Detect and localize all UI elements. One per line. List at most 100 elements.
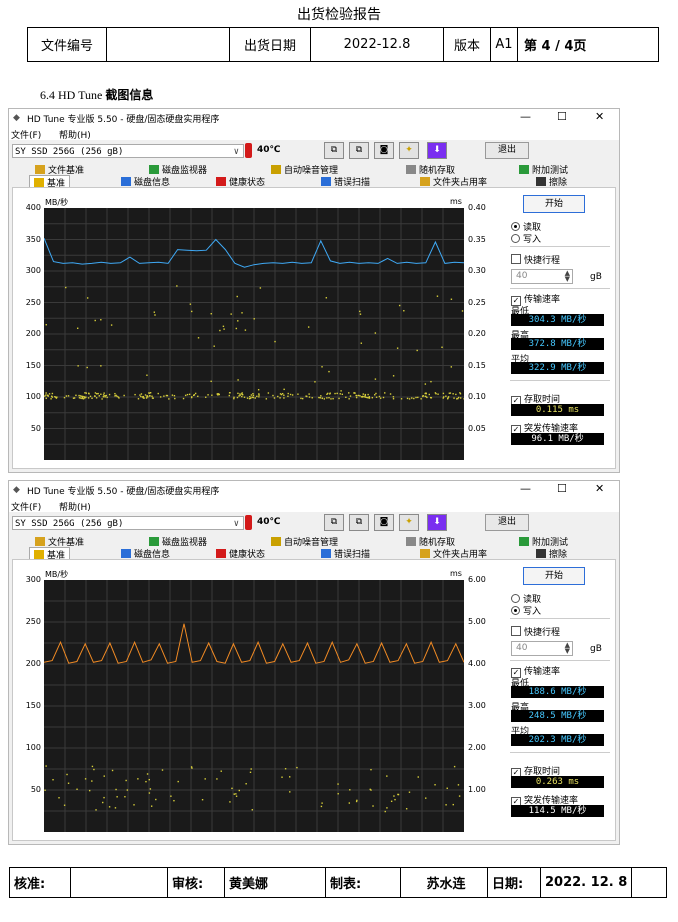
download-button[interactable]: ⬇ [427,514,447,531]
exit-button[interactable]: 退出 [485,514,529,531]
short-stroke-checkbox[interactable]: 快捷行程 [511,625,560,638]
left-axis-unit: MB/秒 [45,570,69,579]
ship-date-value: 2022-12.8 [310,27,444,62]
download-button[interactable]: ⬇ [427,142,447,159]
write-radio[interactable]: 写入 [511,604,541,617]
access-point [257,389,260,391]
access-point [108,806,111,808]
divider [510,618,610,619]
access-point [348,392,350,394]
options-button[interactable]: ✦ [399,514,419,531]
access-point [259,287,262,289]
write-radio[interactable]: 写入 [511,232,541,245]
access-point [406,397,409,400]
access-point [357,394,360,397]
maximize-button[interactable]: ☐ [557,482,567,495]
drive-select[interactable]: SY SSD 256G (256 gB) ∨ [12,144,244,158]
access-point [364,394,366,397]
access-point [334,392,336,395]
maximize-button[interactable]: ☐ [557,110,567,123]
access-point [330,398,332,400]
minimize-button[interactable]: — [520,110,531,123]
access-point [103,775,105,777]
screenshot-button[interactable]: ◙ [374,142,394,159]
left-tick-label: 50 [30,785,41,794]
copy-info-button[interactable]: ⧉ [324,514,344,531]
menu-bar: 文件(F) 帮助(H) [9,127,619,141]
benchmark-panel: MB/秒 ms 400 350 300 250 200 150 100 50 0.40 0.35 0.3… [12,187,616,469]
access-point [219,329,221,332]
access-point [197,337,200,339]
access-point [422,395,424,397]
access-point [283,388,285,391]
access-point [392,398,395,400]
options-button[interactable]: ✦ [399,142,419,159]
access-point [152,397,154,399]
access-point [193,394,196,396]
access-point [348,802,351,804]
short-stroke-value: 40 [516,271,528,281]
access-point [66,773,68,776]
copy-info-button[interactable]: ⧉ [324,142,344,159]
min-value: 188.6 MB/秒 [511,686,604,698]
access-point [366,396,368,399]
screenshot-button[interactable]: ◙ [374,514,394,531]
start-button[interactable]: 开始 [523,567,585,585]
left-tick-label: 400 [25,203,41,212]
access-point [241,312,243,314]
access-point [360,342,363,344]
start-button[interactable]: 开始 [523,195,585,213]
right-tick-label: 0.15 [468,360,486,370]
access-point [238,789,240,792]
right-tick-label: 0.35 [468,234,486,244]
access-point [73,397,76,399]
benchmark-panel: MB/秒 ms 300 250 200 150 100 50 6.00 5.00 4.00 3.00 2… [12,559,616,841]
access-point [103,392,105,394]
copy-chart-button[interactable]: ⧉ [349,514,369,531]
tab-icon [35,165,45,174]
access-point [87,397,90,399]
access-point [434,784,436,786]
access-point [420,398,422,400]
drive-select[interactable]: SY SSD 256G (256 gB) ∨ [12,516,244,530]
tab-icon [121,177,131,186]
tab-icon [420,177,430,186]
access-point [452,803,454,806]
close-button[interactable]: ✕ [595,110,604,123]
access-point [458,795,461,797]
access-point [81,395,83,397]
access-point [191,310,193,313]
made-label: 制表: [325,867,401,898]
access-point [124,796,126,798]
access-point [320,395,322,397]
short-stroke-checkbox[interactable]: 快捷行程 [511,253,560,266]
access-point [283,397,285,399]
access-point [258,396,260,398]
access-point [277,395,279,398]
access-point [94,319,96,322]
tab-row-top: 文件基准 磁盘监视器 自动噪音管理 随机存取 附加测试 [9,535,619,548]
copy-chart-button[interactable]: ⧉ [349,142,369,159]
access-point [369,788,371,791]
gb-unit: gB [590,644,602,654]
access-point [314,381,316,383]
access-point [397,793,399,796]
access-point [102,801,104,804]
access-point [400,398,403,400]
exit-button[interactable]: 退出 [485,142,529,159]
minimize-button[interactable]: — [520,482,531,495]
right-tick-label: 0.25 [468,297,486,307]
access-point [45,765,47,767]
access-point [430,397,433,399]
thermometer-icon [245,143,252,158]
close-button[interactable]: ✕ [595,482,604,495]
access-point [102,396,105,398]
access-point [455,393,457,396]
access-point [311,397,313,399]
access-point [146,773,149,775]
access-point [86,297,89,299]
short-stroke-stepper[interactable]: 40 ▲ ▼ [511,269,573,284]
checkbox-box [511,626,521,636]
access-point [235,327,238,330]
short-stroke-stepper[interactable]: 40 ▲ ▼ [511,641,573,656]
